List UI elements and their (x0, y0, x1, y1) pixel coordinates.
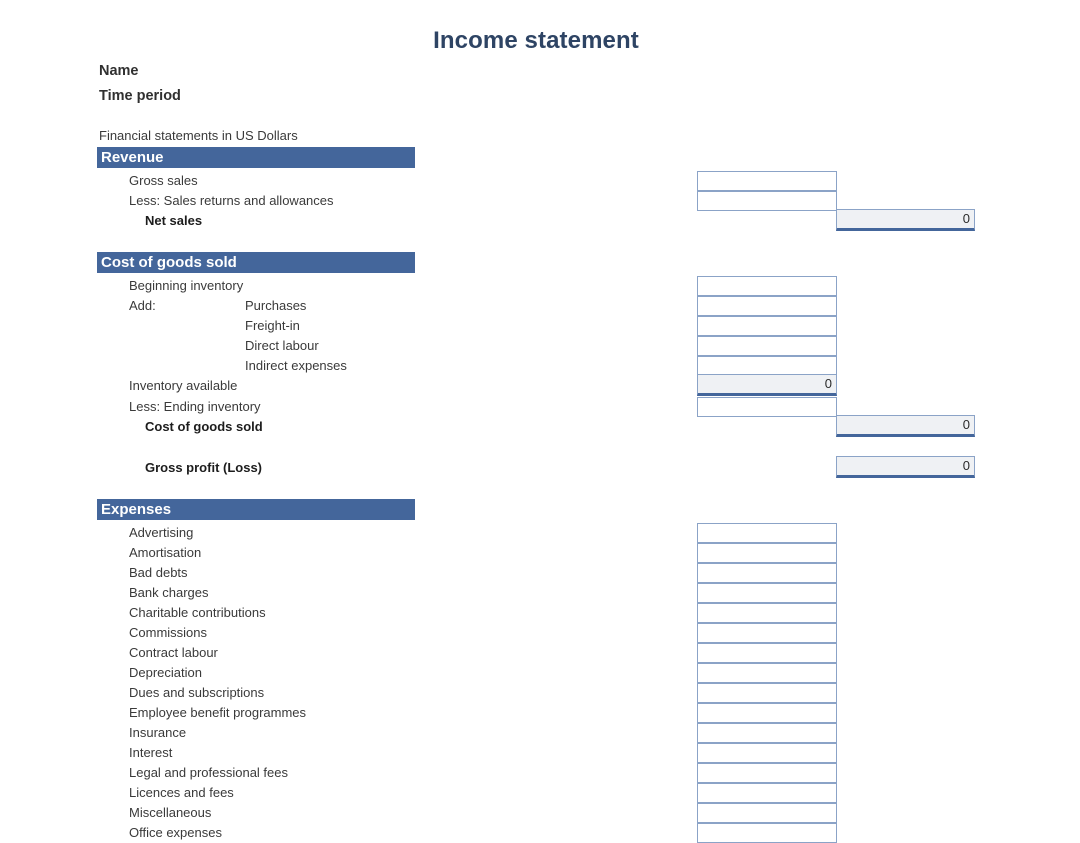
expense-row-input[interactable] (697, 783, 837, 803)
expense-row-label: Employee benefit programmes (129, 705, 307, 720)
row-label-ending-inventory: Less: Ending inventory (129, 399, 261, 414)
total-gross-profit-value: 0 (962, 458, 970, 473)
name-label: Name (99, 63, 139, 79)
time-period-label: Time period (99, 88, 181, 104)
row-label-cost-of-goods-sold-total: Cost of goods sold (145, 419, 263, 434)
expense-row-label: Bank charges (129, 585, 209, 600)
input-gross-sales[interactable] (697, 171, 837, 191)
expense-row-input[interactable] (697, 723, 837, 743)
input-sales-returns[interactable] (697, 191, 837, 211)
expense-row-label: Interest (129, 745, 173, 760)
expense-row-input[interactable] (697, 823, 837, 843)
subtotal-inventory-available: 0 (697, 374, 837, 396)
expense-row-input[interactable] (697, 603, 837, 623)
currency-note: Financial statements in US Dollars (99, 128, 298, 143)
row-label-beginning-inventory: Beginning inventory (129, 278, 244, 293)
section-header-revenue: Revenue (97, 147, 415, 168)
income-statement-sheet: Income statement Name Time period Financ… (0, 0, 1080, 843)
input-freight-in[interactable] (697, 316, 837, 336)
expense-row-input[interactable] (697, 743, 837, 763)
expense-row-input[interactable] (697, 583, 837, 603)
total-cost-of-goods-sold: 0 (836, 415, 975, 437)
total-net-sales: 0 (836, 209, 975, 231)
row-label-gross-profit: Gross profit (Loss) (145, 460, 263, 475)
input-indirect-expenses[interactable] (697, 356, 837, 376)
expense-row-label: Legal and professional fees (129, 765, 289, 780)
expense-row-label: Depreciation (129, 665, 202, 680)
row-label-purchases: Purchases (245, 298, 307, 313)
input-purchases[interactable] (697, 296, 837, 316)
input-direct-labour[interactable] (697, 336, 837, 356)
section-header-cost-of-goods-sold: Cost of goods sold (97, 252, 415, 273)
expense-row-input[interactable] (697, 523, 837, 543)
section-header-expenses: Expenses (97, 499, 415, 520)
row-label-freight-in: Freight-in (245, 318, 300, 333)
input-ending-inventory[interactable] (697, 397, 837, 417)
expense-row-label: Commissions (129, 625, 208, 640)
expense-row-input[interactable] (697, 563, 837, 583)
subtotal-inventory-available-value: 0 (824, 376, 832, 391)
expense-row-label: Charitable contributions (129, 605, 266, 620)
expense-row-input[interactable] (697, 623, 837, 643)
expense-row-input[interactable] (697, 703, 837, 723)
total-net-sales-value: 0 (962, 211, 970, 226)
row-label-indirect-expenses: Indirect expenses (245, 358, 347, 373)
expense-row-label: Advertising (129, 525, 194, 540)
expense-row-input[interactable] (697, 643, 837, 663)
expense-row-input[interactable] (697, 663, 837, 683)
row-label-add: Add: (129, 298, 156, 313)
total-gross-profit: 0 (836, 456, 975, 478)
row-label-direct-labour: Direct labour (245, 338, 319, 353)
expense-row-input[interactable] (697, 683, 837, 703)
expense-row-label: Insurance (129, 725, 187, 740)
total-cost-of-goods-sold-value: 0 (962, 417, 970, 432)
expense-row-label: Office expenses (129, 825, 222, 840)
expense-row-input[interactable] (697, 543, 837, 563)
expense-row-input[interactable] (697, 763, 837, 783)
expense-row-label: Miscellaneous (129, 805, 212, 820)
row-label-net-sales: Net sales (145, 213, 203, 228)
expense-row-label: Licences and fees (129, 785, 234, 800)
row-label-inventory-available: Inventory available (129, 378, 238, 393)
expense-row-label: Amortisation (129, 545, 202, 560)
row-label-sales-returns: Less: Sales returns and allowances (129, 193, 334, 208)
expense-row-label: Contract labour (129, 645, 218, 660)
expense-row-label: Bad debts (129, 565, 188, 580)
expense-row-input[interactable] (697, 803, 837, 823)
page-title: Income statement (433, 27, 639, 54)
input-beginning-inventory[interactable] (697, 276, 837, 296)
row-label-gross-sales: Gross sales (129, 173, 198, 188)
expense-row-label: Dues and subscriptions (129, 685, 265, 700)
